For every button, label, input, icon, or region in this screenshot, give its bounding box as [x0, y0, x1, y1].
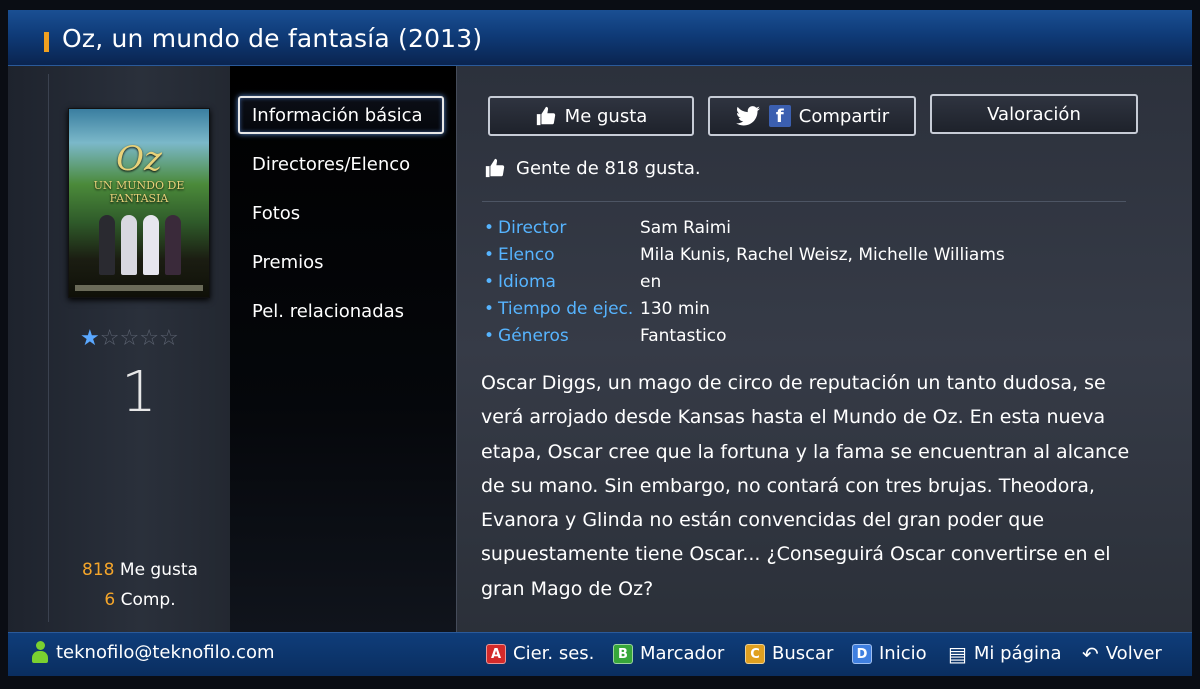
menu-item-basic-info[interactable]: Información básica: [238, 96, 444, 134]
key-d-icon: D: [852, 643, 872, 664]
share-button[interactable]: f Compartir: [708, 96, 916, 136]
comp-label: Comp.: [120, 590, 176, 610]
menu-column: [230, 66, 456, 632]
like-button-label: Me gusta: [564, 105, 648, 127]
screen: Oz, un mundo de fantasía (2013) Oz UN MU…: [0, 0, 1200, 689]
likes-count: 818: [82, 560, 115, 580]
star-empty-icon: ☆: [139, 326, 159, 351]
menu-item-awards[interactable]: Premios: [252, 252, 324, 273]
info-value: Fantastico: [640, 326, 727, 346]
logout-key-label: Cier. ses.: [513, 643, 595, 664]
page-title: Oz, un mundo de fantasía (2013): [62, 24, 483, 53]
poster-figure: [99, 215, 115, 275]
key-a-icon: A: [486, 643, 506, 664]
people-like-summary: Gente de 818 gusta.: [484, 157, 701, 179]
star-filled-icon: ★: [80, 326, 100, 351]
my-page-icon: ▤: [948, 641, 967, 666]
facebook-icon: f: [768, 105, 791, 127]
poster-footer: [75, 285, 203, 291]
poster-figure: [121, 215, 137, 275]
thumbs-up-icon: [536, 106, 555, 126]
info-label: • Tiempo de ejec.: [484, 299, 634, 319]
info-label: • Idioma: [484, 272, 556, 292]
search-key[interactable]: C Buscar: [745, 643, 833, 664]
user-account: teknofilo@teknofilo.com: [32, 641, 275, 663]
like-button[interactable]: Me gusta: [488, 96, 694, 136]
rating-value: 1: [121, 360, 157, 425]
back-key[interactable]: ↶ Volver: [1082, 643, 1162, 664]
back-label: Volver: [1105, 643, 1162, 664]
my-page-label: Mi página: [973, 643, 1062, 664]
share-button-label: Compartir: [798, 105, 890, 127]
info-value: Sam Raimi: [640, 218, 732, 238]
synopsis: Oscar Diggs, un mago de circo de reputac…: [481, 372, 1130, 600]
info-value: 130 min: [640, 299, 710, 319]
star-empty-icon: ☆: [158, 326, 179, 351]
people-like-text: Gente de 818 gusta.: [516, 157, 701, 179]
key-c-icon: C: [745, 643, 765, 664]
section-divider: [482, 201, 1126, 202]
movie-poster: Oz UN MUNDO DE FANTASIA: [68, 108, 210, 298]
info-value: en: [640, 272, 662, 292]
home-key[interactable]: D Inicio: [852, 643, 927, 664]
twitter-icon: [735, 106, 760, 126]
info-row-genres: • Géneros Fantastico: [484, 326, 727, 346]
info-label: • Elenco: [484, 245, 555, 265]
menu-item-related-movies[interactable]: Pel. relacionadas: [252, 301, 404, 322]
my-page-key[interactable]: ▤ Mi página: [948, 643, 1061, 664]
left-column-divider: [48, 74, 49, 622]
user-icon: [32, 641, 48, 663]
info-row-cast: • Elenco Mila Kunis, Rachel Weisz, Michel…: [484, 245, 1005, 265]
poster-figure: [165, 215, 181, 275]
menu-item-directors-cast[interactable]: Directores/Elenco: [252, 154, 410, 175]
likes-label: Me gusta: [119, 560, 198, 580]
star-empty-icon: ☆: [99, 326, 120, 351]
back-arrow-icon: ↶: [1082, 641, 1099, 666]
key-b-icon: B: [613, 643, 633, 664]
bookmark-key-label: Marcador: [640, 643, 725, 664]
info-label: • Director: [484, 218, 567, 238]
poster-title: Oz: [116, 139, 162, 179]
thumbs-up-icon: [485, 158, 505, 178]
likes-stat: 818 Me gusta: [60, 560, 220, 580]
rate-button-label: Valoración: [987, 103, 1081, 125]
bookmark-key[interactable]: B Marcador: [613, 643, 724, 664]
info-value: Mila Kunis, Rachel Weisz, Michelle Willi…: [640, 245, 1005, 265]
rate-button[interactable]: Valoración: [930, 94, 1138, 134]
star-empty-icon: ☆: [119, 326, 140, 351]
search-key-label: Buscar: [772, 643, 834, 664]
home-key-label: Inicio: [879, 643, 927, 664]
info-label: • Géneros: [484, 326, 569, 346]
poster-subtitle: UN MUNDO DE FANTASIA: [93, 179, 185, 205]
title-accent-bar: [44, 32, 49, 52]
star-rating: ★ ☆ ☆ ☆ ☆: [80, 328, 179, 350]
menu-item-photos[interactable]: Fotos: [252, 203, 300, 224]
info-row-language: • Idioma en: [484, 272, 661, 292]
info-row-director: • Director Sam Raimi: [484, 218, 731, 238]
info-row-runtime: • Tiempo de ejec. 130 min: [484, 299, 710, 319]
user-email: teknofilo@teknofilo.com: [56, 641, 275, 663]
comp-count: 6: [104, 590, 116, 610]
poster-figure: [143, 215, 159, 275]
comp-stat: 6 Comp.: [60, 590, 220, 610]
logout-key[interactable]: A Cier. ses.: [486, 643, 594, 664]
